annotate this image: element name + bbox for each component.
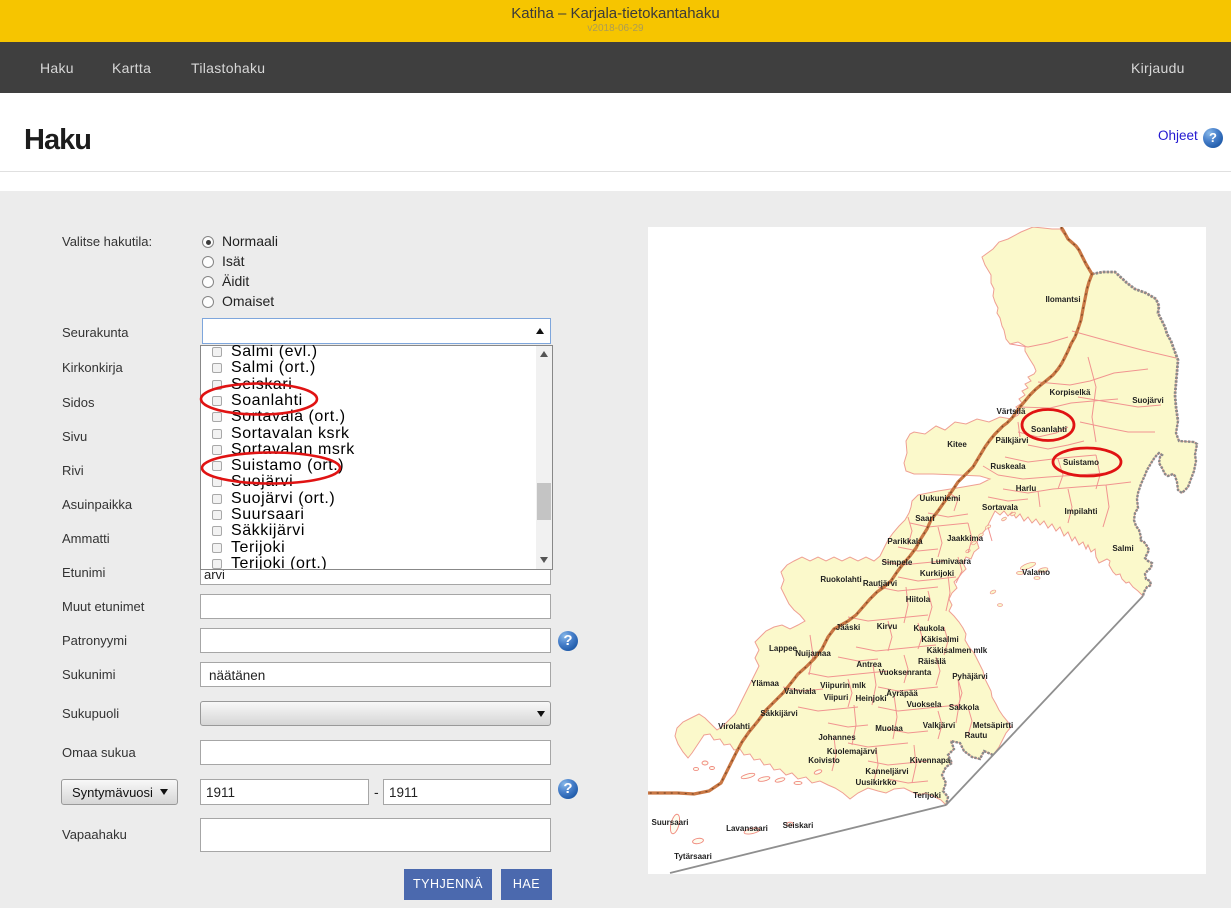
svg-text:Koivisto: Koivisto bbox=[808, 756, 840, 765]
svg-text:Värtsilä: Värtsilä bbox=[997, 407, 1026, 416]
svg-text:Uusikirkko: Uusikirkko bbox=[856, 778, 897, 787]
svg-text:Tytärsaari: Tytärsaari bbox=[674, 852, 712, 861]
svg-text:Lumivaara: Lumivaara bbox=[931, 557, 972, 566]
svg-text:Kuolemajärvi: Kuolemajärvi bbox=[827, 747, 877, 756]
svg-text:Lappee: Lappee bbox=[769, 644, 798, 653]
svg-text:Salmi: Salmi bbox=[1112, 544, 1133, 553]
svg-text:Impilahti: Impilahti bbox=[1065, 507, 1098, 516]
svg-text:Säkkijärvi: Säkkijärvi bbox=[760, 709, 797, 718]
svg-text:Uukuniemi: Uukuniemi bbox=[920, 494, 961, 503]
svg-text:Suistamo: Suistamo bbox=[1063, 458, 1099, 467]
svg-text:Sakkola: Sakkola bbox=[949, 703, 980, 712]
svg-text:Käkisalmi: Käkisalmi bbox=[921, 635, 958, 644]
svg-text:Kanneljärvi: Kanneljärvi bbox=[865, 767, 908, 776]
svg-text:Seiskari: Seiskari bbox=[783, 821, 814, 830]
svg-text:Äyräpää: Äyräpää bbox=[886, 689, 918, 698]
svg-text:Viipurin mlk: Viipurin mlk bbox=[820, 681, 866, 690]
svg-text:Viipuri: Viipuri bbox=[824, 693, 849, 702]
svg-text:Jääski: Jääski bbox=[836, 623, 860, 632]
svg-text:Sortavala: Sortavala bbox=[982, 503, 1019, 512]
svg-text:Kitee: Kitee bbox=[947, 440, 967, 449]
svg-text:Metsäpirtti: Metsäpirtti bbox=[973, 721, 1013, 730]
svg-text:Saari: Saari bbox=[915, 514, 935, 523]
svg-text:Harlu: Harlu bbox=[1016, 484, 1037, 493]
svg-text:Hiitola: Hiitola bbox=[906, 595, 931, 604]
svg-text:Ruskeala: Ruskeala bbox=[990, 462, 1026, 471]
svg-text:Ilomantsi: Ilomantsi bbox=[1045, 295, 1080, 304]
svg-text:Valkjärvi: Valkjärvi bbox=[923, 721, 955, 730]
svg-text:Terijoki: Terijoki bbox=[913, 791, 941, 800]
svg-text:Nuijamaa: Nuijamaa bbox=[795, 649, 831, 658]
svg-text:Lavansaari: Lavansaari bbox=[726, 824, 768, 833]
svg-text:Suursaari: Suursaari bbox=[652, 818, 689, 827]
svg-text:Ylämaa: Ylämaa bbox=[751, 679, 780, 688]
svg-text:Vuoksenranta: Vuoksenranta bbox=[879, 668, 932, 677]
svg-text:Kivennapa: Kivennapa bbox=[910, 756, 951, 765]
svg-text:Heinjoki: Heinjoki bbox=[855, 694, 886, 703]
svg-text:Soanlahti: Soanlahti bbox=[1031, 425, 1067, 434]
svg-text:Pälkjärvi: Pälkjärvi bbox=[996, 436, 1029, 445]
svg-text:Muolaa: Muolaa bbox=[875, 724, 903, 733]
svg-text:Ruokolahti: Ruokolahti bbox=[820, 575, 861, 584]
svg-text:Rautu: Rautu bbox=[965, 731, 988, 740]
svg-text:Vahviala: Vahviala bbox=[784, 687, 817, 696]
svg-text:Kaukola: Kaukola bbox=[913, 624, 945, 633]
svg-text:Parikkala: Parikkala bbox=[887, 537, 923, 546]
svg-text:Vuoksela: Vuoksela bbox=[907, 700, 942, 709]
svg-text:Pyhäjärvi: Pyhäjärvi bbox=[952, 672, 988, 681]
svg-text:Jaakkima: Jaakkima bbox=[947, 534, 984, 543]
svg-text:Suojärvi: Suojärvi bbox=[1132, 396, 1164, 405]
svg-text:Räisälä: Räisälä bbox=[918, 657, 947, 666]
svg-text:Valamo: Valamo bbox=[1022, 568, 1050, 577]
svg-text:Virolahti: Virolahti bbox=[718, 722, 750, 731]
svg-text:Kirvu: Kirvu bbox=[877, 622, 898, 631]
svg-text:Käkisalmen mlk: Käkisalmen mlk bbox=[927, 646, 988, 655]
svg-text:Simpele: Simpele bbox=[882, 558, 913, 567]
svg-text:Kurkijoki: Kurkijoki bbox=[920, 569, 954, 578]
svg-text:Rautjärvi: Rautjärvi bbox=[863, 579, 897, 588]
svg-text:Johannes: Johannes bbox=[818, 733, 856, 742]
svg-text:Korpiselkä: Korpiselkä bbox=[1050, 388, 1091, 397]
